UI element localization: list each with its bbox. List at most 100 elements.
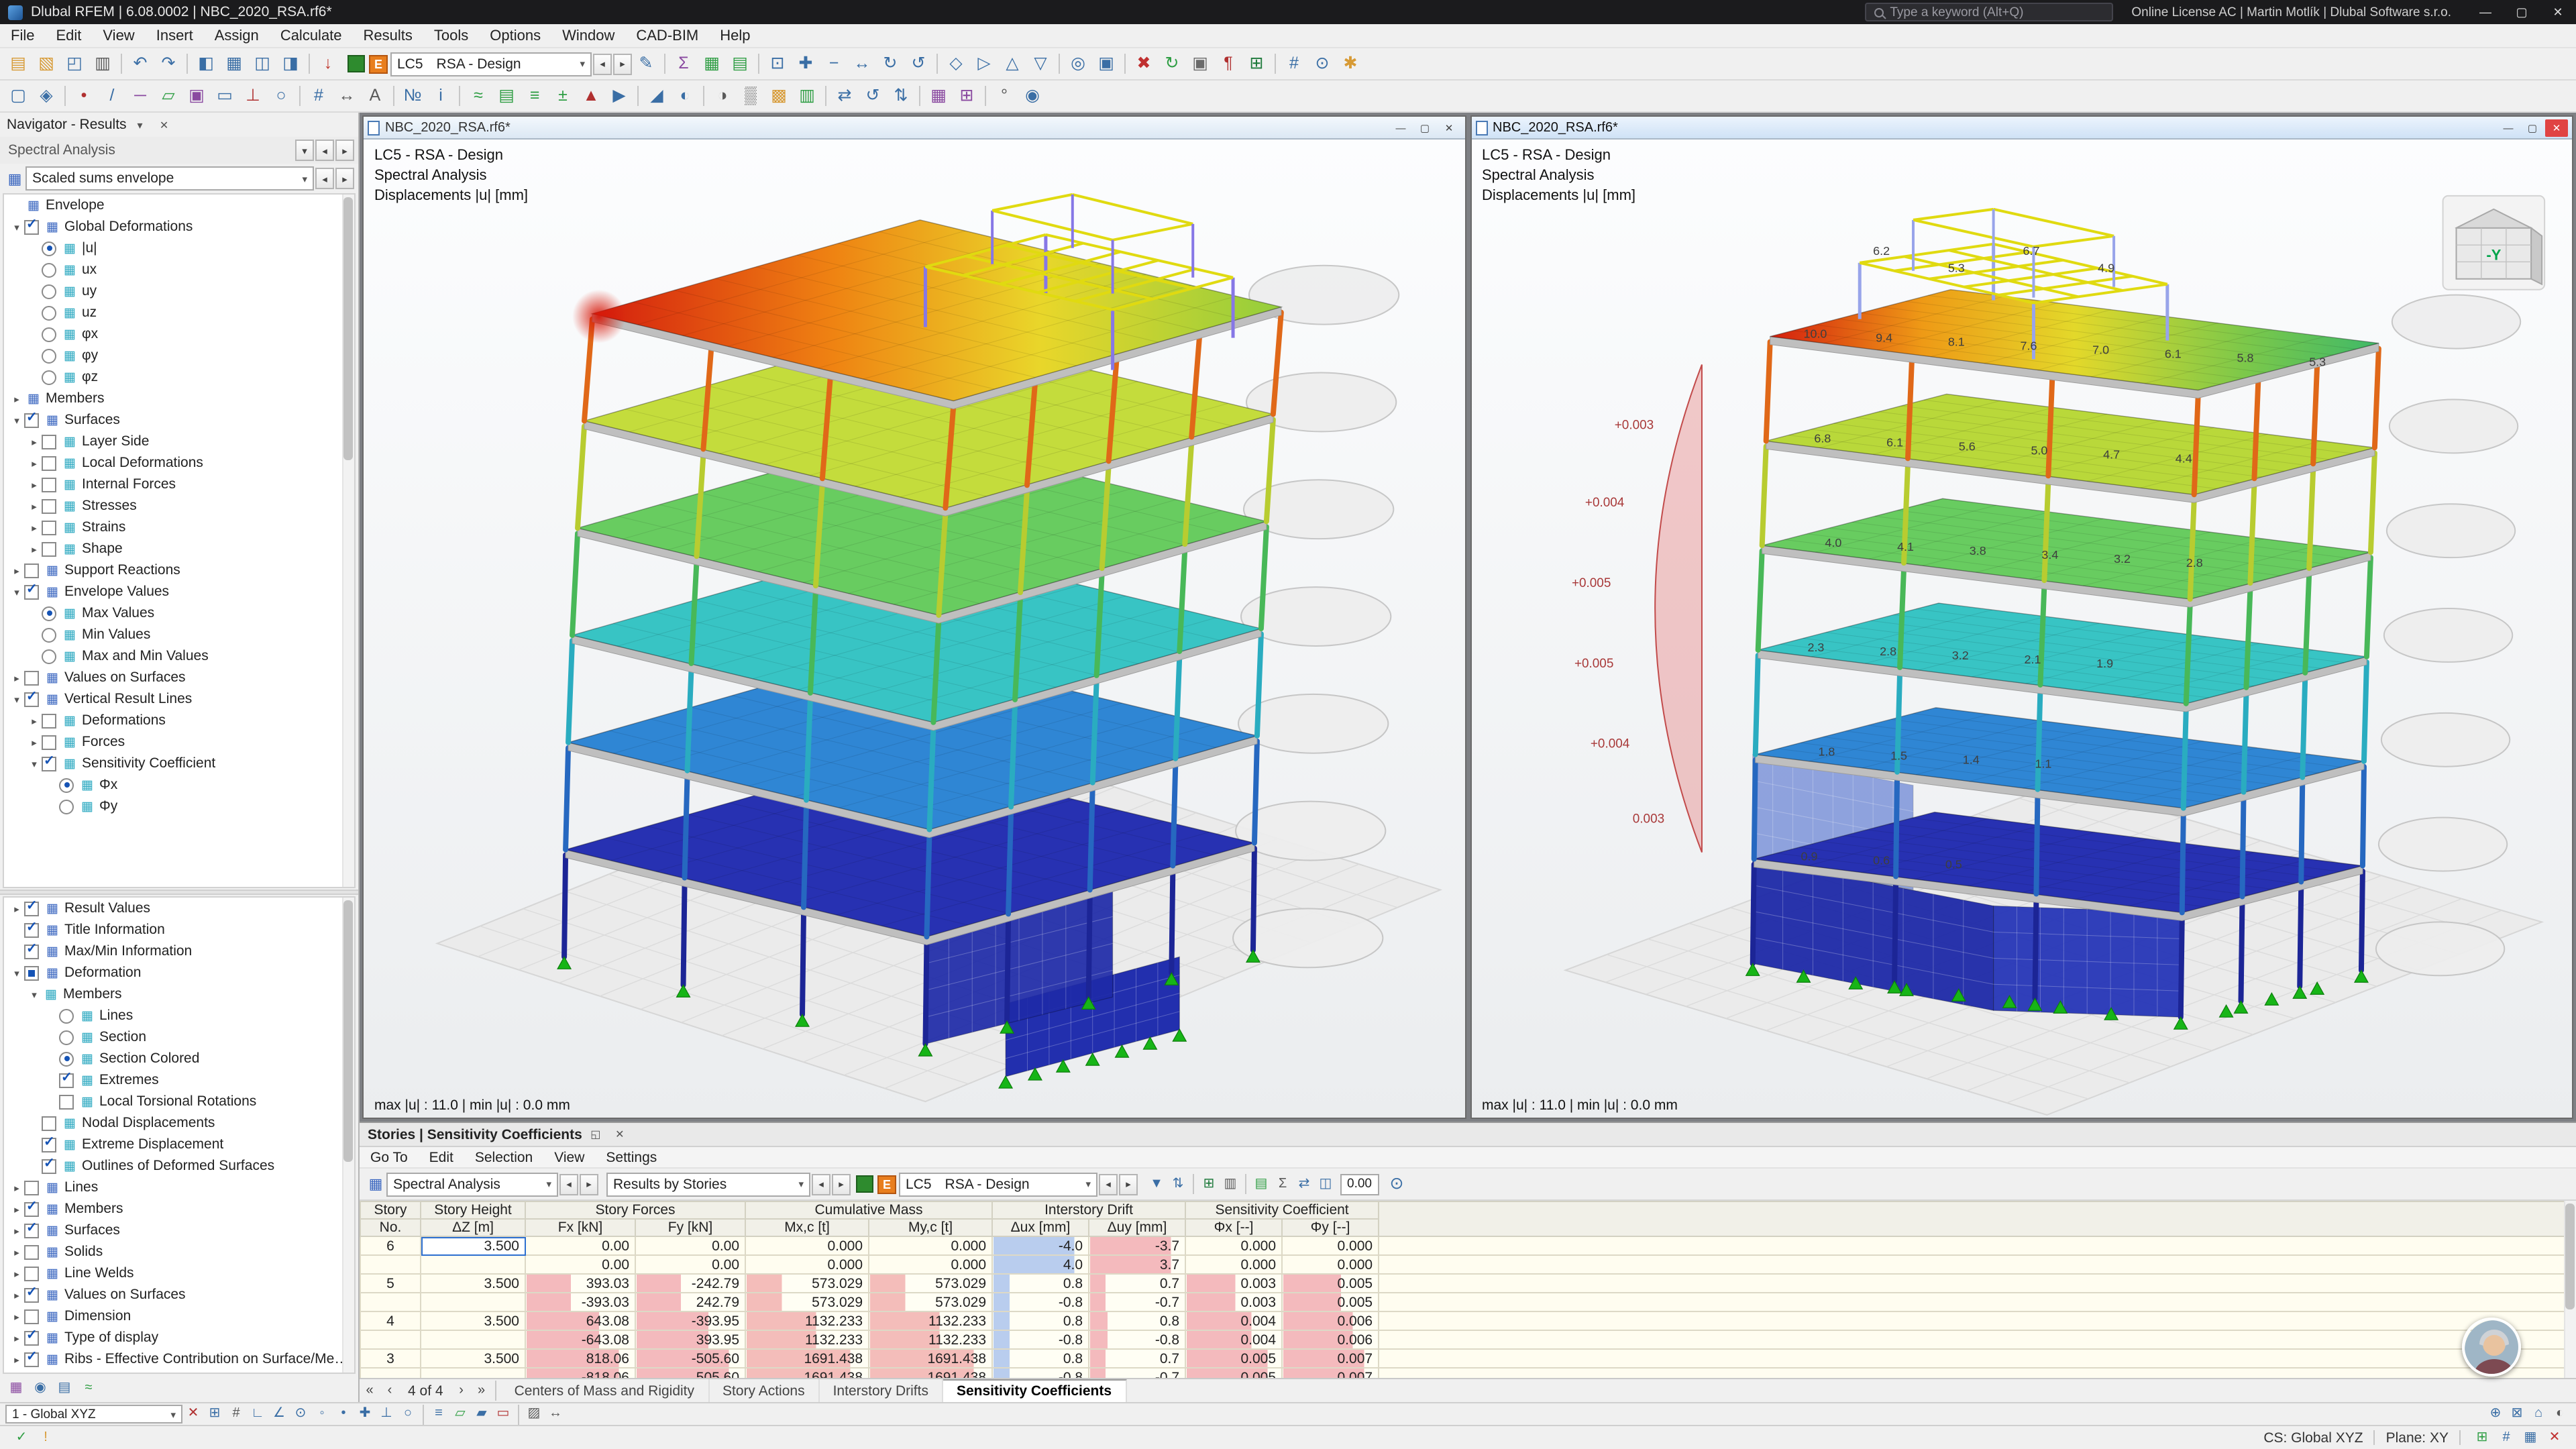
table-row[interactable]: 0.000.000.0000.0004.03.70.0000.000 — [360, 1255, 2576, 1274]
zoom-extents-icon[interactable]: ⊠ — [2506, 1404, 2528, 1424]
zoom-in-icon[interactable]: ✚ — [792, 50, 820, 78]
tree-item-members[interactable]: ▸▦Members — [4, 1198, 354, 1220]
sum-check-icon[interactable]: Σ — [1272, 1174, 1293, 1194]
checkbox[interactable] — [42, 498, 56, 513]
view-z-icon[interactable]: ▽ — [1026, 50, 1055, 78]
checkbox[interactable] — [24, 1244, 39, 1259]
next-page-icon[interactable]: › — [451, 1379, 472, 1402]
select-objects-icon[interactable]: ▢ — [4, 82, 32, 110]
next-envelope-icon[interactable]: ▸ — [335, 168, 354, 189]
menu-calculate[interactable]: Calculate — [270, 24, 353, 47]
table-cell[interactable]: 0.005 — [1282, 1274, 1379, 1293]
tree-item-values-on-surfaces[interactable]: ▸▦Values on Surfaces — [4, 667, 354, 688]
tree-item-forces[interactable]: ▸▦Forces — [4, 731, 354, 753]
work-plane-xy-icon[interactable]: ▱ — [449, 1404, 471, 1424]
tree-item-solids[interactable]: ▸▦Solids — [4, 1241, 354, 1263]
navigator-tab-views-icon[interactable]: ▤ — [54, 1378, 75, 1398]
navigator-close-icon[interactable]: ✕ — [154, 115, 175, 134]
checkbox[interactable] — [24, 944, 39, 959]
table-cell[interactable]: -4.0 — [992, 1236, 1089, 1255]
expand-icon[interactable]: ▸ — [27, 736, 42, 748]
table-cell[interactable]: 0.005 — [1185, 1349, 1282, 1368]
tree-item-x[interactable]: ▦φx — [4, 323, 354, 345]
deformed-model-scene-right[interactable]: 0.90.60.51.81.51.41.12.32.83.22.11.94.04… — [1471, 140, 2572, 1118]
expand-icon[interactable]: ▸ — [9, 1289, 24, 1301]
menu-options[interactable]: Options — [479, 24, 551, 47]
checkbox[interactable] — [59, 1073, 74, 1087]
expand-icon[interactable]: ▸ — [9, 1353, 24, 1365]
table-cell[interactable]: -0.8 — [992, 1330, 1089, 1349]
checkbox[interactable] — [42, 1116, 56, 1130]
view-y-icon[interactable]: △ — [998, 50, 1026, 78]
table-cell[interactable] — [360, 1293, 421, 1311]
tree-item-result-values[interactable]: ▸▦Result Values — [4, 898, 354, 919]
dimensions-icon[interactable]: ↔ — [333, 82, 361, 110]
show-loads-icon[interactable]: ↓ — [314, 50, 342, 78]
previous-view-icon[interactable]: ↺ — [904, 50, 932, 78]
table-cell[interactable]: -0.8 — [992, 1293, 1089, 1311]
previous-envelope-icon[interactable]: ◂ — [315, 168, 334, 189]
radio-button[interactable] — [59, 1008, 74, 1023]
collapse-icon[interactable]: ▾ — [9, 221, 24, 233]
table-cell[interactable]: 1132.233 — [745, 1311, 869, 1330]
collapse-icon[interactable]: ▾ — [9, 586, 24, 598]
rotate-view-icon[interactable]: ↻ — [876, 50, 904, 78]
table-cell[interactable]: 573.029 — [745, 1293, 869, 1311]
undo-icon[interactable]: ↶ — [126, 50, 154, 78]
table-cell[interactable]: 0.8 — [992, 1349, 1089, 1368]
tree-item-envelope-values[interactable]: ▾▦Envelope Values — [4, 581, 354, 602]
tree-item-y[interactable]: ▦Φy — [4, 796, 354, 817]
expand-icon[interactable]: ▸ — [27, 435, 42, 447]
coordinate-display-icon[interactable]: ⊕ — [2485, 1404, 2506, 1424]
table-cell[interactable]: 1132.233 — [869, 1311, 992, 1330]
menu-insert[interactable]: Insert — [146, 24, 204, 47]
table-cell[interactable]: 0.000 — [745, 1236, 869, 1255]
midpoint-snap-icon[interactable]: ◦ — [311, 1404, 333, 1424]
table-print-icon[interactable]: ▥ — [1220, 1174, 1241, 1194]
numbering-icon[interactable]: № — [398, 82, 427, 110]
table-cell[interactable]: 0.007 — [1282, 1349, 1379, 1368]
table-cell[interactable]: 1132.233 — [745, 1330, 869, 1349]
result-diagram-chart-icon[interactable]: ▤ — [1250, 1174, 1272, 1194]
table-cell[interactable]: 0.7 — [1089, 1274, 1185, 1293]
checkbox[interactable] — [42, 477, 56, 492]
table-cell[interactable]: 0.8 — [992, 1311, 1089, 1330]
panel-toggle-icon[interactable]: ◨ — [276, 50, 305, 78]
new-solid-icon[interactable]: ▣ — [182, 82, 211, 110]
table-cell[interactable]: -0.7 — [1089, 1368, 1185, 1378]
radio-button[interactable] — [42, 241, 56, 256]
special-selection-icon[interactable]: ◈ — [32, 82, 60, 110]
expand-icon[interactable]: ▸ — [27, 714, 42, 727]
first-page-icon[interactable]: « — [360, 1379, 380, 1402]
object-snap-icon[interactable]: ⊙ — [290, 1404, 311, 1424]
table-row[interactable]: -643.08393.951132.2331132.233-0.8-0.80.0… — [360, 1330, 2576, 1349]
checkbox[interactable] — [24, 692, 39, 706]
analysis-type-combo[interactable]: Spectral Analysis — [4, 142, 294, 158]
radio-button[interactable] — [42, 348, 56, 363]
visibility-modes-icon[interactable]: ◎ — [1064, 50, 1092, 78]
last-page-icon[interactable]: » — [472, 1379, 492, 1402]
colored-result-bands-icon[interactable]: ▤ — [492, 82, 521, 110]
table-menu-edit[interactable]: Edit — [419, 1149, 464, 1165]
close-status-icon[interactable]: ✕ — [2544, 1428, 2565, 1448]
table-cell[interactable]: 0.00 — [525, 1236, 635, 1255]
tree-item-stresses[interactable]: ▸▦Stresses — [4, 495, 354, 517]
tree-item-nodal-displacements[interactable]: ▦Nodal Displacements — [4, 1112, 354, 1134]
checkbox[interactable] — [24, 670, 39, 685]
line-grid-icon[interactable]: # — [305, 82, 333, 110]
table-cell[interactable]: -393.95 — [635, 1311, 745, 1330]
panel-close-icon[interactable]: ✕ — [609, 1125, 631, 1144]
table-cell[interactable]: 818.06 — [525, 1349, 635, 1368]
show-results-icon[interactable]: ▦ — [698, 50, 726, 78]
tree-scrollbar[interactable] — [342, 898, 354, 1373]
previous-analysis-icon[interactable]: ◂ — [315, 140, 334, 161]
object-snaps-icon[interactable]: ⊙ — [1308, 50, 1336, 78]
table-cell[interactable]: 0.006 — [1282, 1330, 1379, 1349]
table-cell[interactable]: 0.004 — [1185, 1330, 1282, 1349]
collapse-icon[interactable]: ▾ — [9, 967, 24, 979]
tree-item-ux[interactable]: ▦ux — [4, 259, 354, 280]
table-cell[interactable]: 0.00 — [525, 1255, 635, 1274]
collapse-icon[interactable]: ▾ — [9, 414, 24, 426]
tree-item-type-of-display[interactable]: ▸▦Type of display — [4, 1327, 354, 1348]
radio-button[interactable] — [42, 327, 56, 341]
